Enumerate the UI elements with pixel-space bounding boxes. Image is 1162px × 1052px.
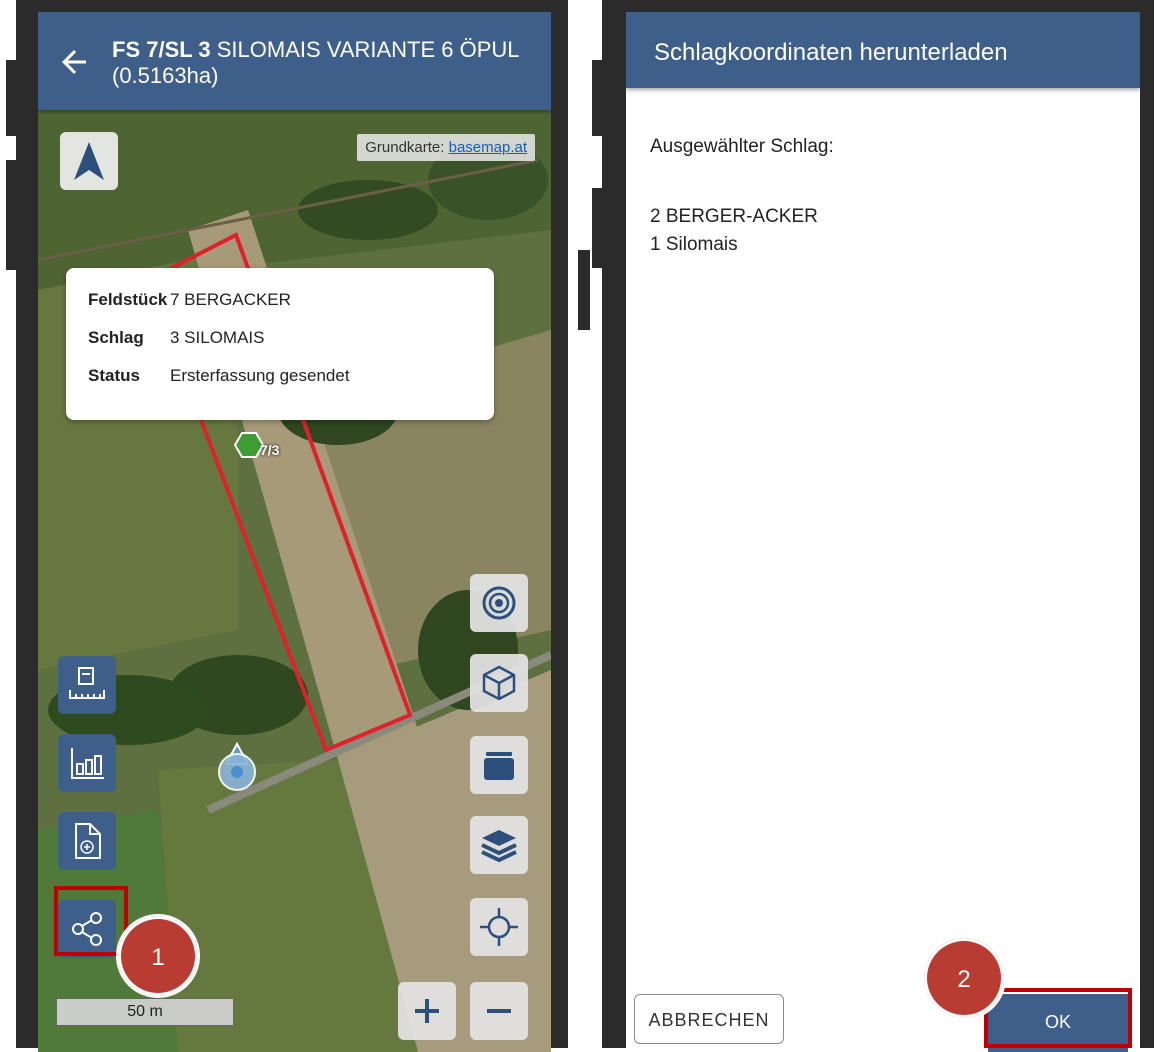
plus-icon	[415, 999, 439, 1023]
chart-icon	[71, 748, 104, 779]
3d-view-button[interactable]	[470, 654, 528, 712]
basemap-link[interactable]: basemap.at	[449, 139, 527, 156]
right-side-button-bottom	[592, 188, 604, 268]
info-key: Feldstück	[88, 290, 168, 309]
ok-button-highlight	[984, 988, 1132, 1048]
target-icon	[482, 586, 516, 620]
locate-button[interactable]	[470, 898, 528, 956]
folder-icon	[484, 752, 514, 780]
middle-side-button	[578, 250, 590, 330]
left-side-button-top	[6, 60, 18, 136]
cube-icon	[482, 665, 516, 701]
map-attribution: Grundkarte: basemap.at	[357, 134, 535, 161]
left-side-button-bottom	[6, 160, 18, 270]
target-button[interactable]	[470, 574, 528, 632]
info-value: 3 SILOMAIS	[170, 328, 265, 347]
title-rest: SILOMAIS VARIANTE 6 ÖPUL	[210, 37, 520, 62]
info-row-feldstueck: Feldstück 7 BERGACKER	[88, 290, 291, 310]
selected-field-label: Ausgewählter Schlag:	[650, 136, 834, 157]
step-badge-1: 1	[116, 914, 200, 998]
info-key: Status	[88, 366, 140, 385]
selected-field-crop: 1 Silomais	[650, 234, 738, 255]
north-arrow-icon	[74, 142, 104, 180]
map-scale-bar: 50 m	[56, 998, 234, 1026]
attribution-prefix: Grundkarte:	[365, 139, 449, 156]
folder-button[interactable]	[470, 736, 528, 794]
dialog-title: Schlagkoordinaten herunterladen	[654, 39, 1008, 66]
cancel-button[interactable]: ABBRECHEN	[634, 994, 784, 1044]
measure-icon	[69, 667, 105, 699]
back-arrow-icon[interactable]	[56, 44, 92, 80]
new-document-icon	[75, 823, 101, 859]
locate-icon	[480, 908, 518, 946]
download-dialog-screen: Schlagkoordinaten herunterladen Ausgewäh…	[626, 12, 1140, 1052]
minus-icon	[487, 1009, 511, 1013]
selected-field-name: 2 BERGER-ACKER	[650, 206, 818, 227]
info-row-schlag: Schlag 3 SILOMAIS	[88, 328, 264, 348]
title-area: (0.5163ha)	[112, 63, 219, 88]
chart-button[interactable]	[58, 734, 116, 792]
info-row-status: Status Ersterfassung gesendet	[88, 366, 350, 386]
field-info-card[interactable]: Feldstück 7 BERGACKER Schlag 3 SILOMAIS St…	[66, 268, 494, 420]
info-value: Ersterfassung gesendet	[170, 366, 350, 385]
dialog-app-bar: Schlagkoordinaten herunterladen	[626, 12, 1140, 88]
field-marker-label[interactable]: 7/3	[260, 442, 279, 458]
info-value: 7 BERGACKER	[170, 290, 291, 309]
north-arrow-button[interactable]	[60, 132, 118, 190]
map-title: FS 7/SL 3 SILOMAIS VARIANTE 6 ÖPUL (0.51…	[112, 37, 520, 89]
step-badge-2: 2	[922, 936, 1006, 1020]
info-key: Schlag	[88, 328, 144, 347]
right-side-button-top	[592, 60, 604, 136]
zoom-out-button[interactable]	[470, 982, 528, 1040]
measure-button[interactable]	[58, 656, 116, 714]
title-bold: FS 7/SL 3	[112, 37, 211, 62]
new-document-button[interactable]	[58, 812, 116, 870]
zoom-in-button[interactable]	[398, 982, 456, 1040]
layers-icon	[481, 830, 517, 863]
layers-button[interactable]	[470, 816, 528, 874]
map-app-bar: FS 7/SL 3 SILOMAIS VARIANTE 6 ÖPUL (0.51…	[38, 12, 551, 110]
